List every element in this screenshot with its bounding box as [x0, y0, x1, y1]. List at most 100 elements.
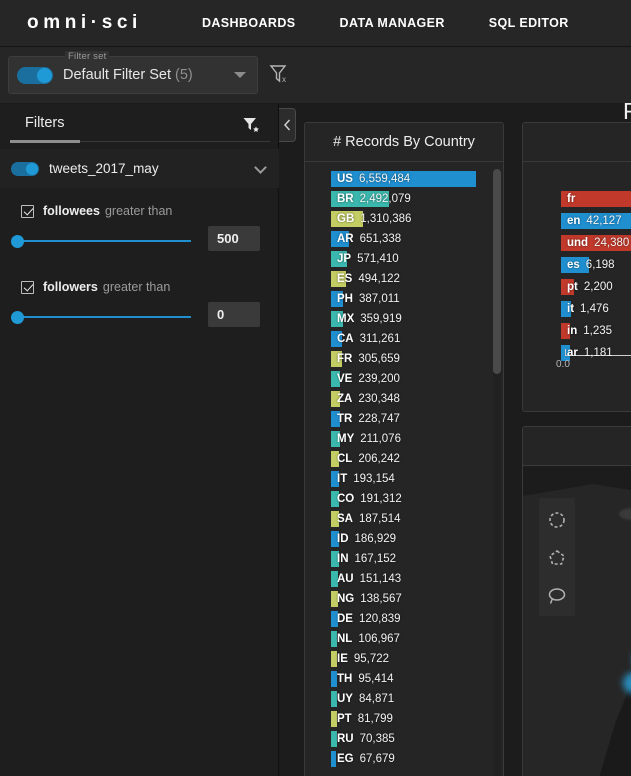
nav-sql-editor[interactable]: SQL EDITOR	[489, 16, 569, 30]
filter-source-toggle[interactable]	[11, 161, 39, 176]
country-code: NG	[337, 593, 355, 605]
language-row[interactable]: ar 1,181	[523, 342, 631, 364]
language-row[interactable]: it 1,476	[523, 298, 631, 320]
draw-lasso-icon[interactable]	[546, 585, 568, 607]
country-value: 191,312	[360, 493, 402, 505]
country-value: 95,722	[353, 653, 390, 665]
filter-checkbox-followees[interactable]	[21, 204, 34, 218]
nav-data-manager[interactable]: DATA MANAGER	[340, 16, 445, 30]
country-value: 1,310,386	[360, 213, 412, 225]
country-row[interactable]: ES 494,122	[305, 269, 503, 289]
country-value: 70,385	[359, 733, 395, 745]
country-row[interactable]: FR 305,659	[305, 349, 503, 369]
nav-dashboards[interactable]: DASHBOARDS	[202, 16, 296, 30]
filter-star-icon[interactable]	[242, 116, 260, 139]
country-row[interactable]: ID 186,929	[305, 529, 503, 549]
country-row[interactable]: IT 193,154	[305, 469, 503, 489]
country-row[interactable]: PH 387,011	[305, 289, 503, 309]
country-row[interactable]: BR 2,492,079	[305, 189, 503, 209]
country-code: FR	[337, 353, 353, 365]
country-row[interactable]: TR 228,747	[305, 409, 503, 429]
slider-track[interactable]	[17, 316, 191, 318]
country-row[interactable]: CO 191,312	[305, 489, 503, 509]
language-value: 1,476	[580, 303, 609, 315]
country-code: CL	[337, 453, 353, 465]
logo-text: omni·sci	[27, 12, 142, 33]
country-value: 67,679	[359, 753, 395, 765]
filter-set-toggle[interactable]	[17, 66, 53, 84]
filter-source-row[interactable]: tweets_2017_may	[0, 149, 279, 188]
language-row[interactable]: in 1,235	[523, 320, 631, 342]
chart-scrollbar-thumb[interactable]	[493, 169, 501, 374]
map-header	[523, 427, 631, 466]
country-row[interactable]: IN 167,152	[305, 549, 503, 569]
country-row[interactable]: VE 239,200	[305, 369, 503, 389]
country-row[interactable]: ZA 230,348	[305, 389, 503, 409]
filter-set-selector[interactable]: Filter set Default Filter Set (5)	[8, 51, 258, 94]
country-value: 2,492,079	[359, 193, 411, 205]
collapse-filters-button[interactable]	[279, 108, 296, 142]
country-code: TH	[337, 673, 353, 685]
language-code: und	[567, 237, 589, 249]
filter-value-input-followees[interactable]: 500	[208, 226, 260, 251]
chart-card-records-by-language: fr en 42,127 und 24,380 es 6,198 pt 2,200 it 1,476…	[522, 122, 631, 412]
chevron-down-icon[interactable]	[254, 161, 267, 174]
country-row[interactable]: AU 151,143	[305, 569, 503, 589]
language-value: 2,200	[583, 281, 613, 293]
slider-track[interactable]	[17, 240, 191, 242]
slider-knob[interactable]	[11, 311, 24, 324]
language-row[interactable]: pt 2,200	[523, 276, 631, 298]
country-code: BR	[337, 193, 354, 205]
language-row[interactable]: und 24,380	[523, 232, 631, 254]
country-row[interactable]: CA 311,261	[305, 329, 503, 349]
filter-value-input-followers[interactable]: 0	[208, 302, 260, 327]
country-row[interactable]: NG 138,567	[305, 589, 503, 609]
filter-slider-followers[interactable]: 0	[0, 302, 279, 327]
country-row[interactable]: EG 67,679	[305, 749, 503, 769]
chevron-left-icon	[283, 119, 290, 131]
filter-field-name: followers	[43, 280, 98, 294]
top-navigation-bar: omni·sci DASHBOARDS DATA MANAGER SQL EDI…	[0, 0, 631, 47]
draw-circle-icon[interactable]	[546, 509, 568, 531]
country-code: VE	[337, 373, 353, 385]
country-row[interactable]: GB 1,310,386	[305, 209, 503, 229]
language-row[interactable]: fr	[523, 188, 631, 210]
map-canvas[interactable]	[523, 466, 631, 776]
country-row[interactable]: MX 359,919	[305, 309, 503, 329]
filter-item-followers: followers greater than 0	[0, 280, 279, 327]
language-row[interactable]: es 6,198	[523, 254, 631, 276]
filter-clear-icon[interactable]: x	[268, 63, 290, 90]
country-value: 138,567	[360, 593, 402, 605]
language-code: in	[567, 325, 578, 337]
country-row[interactable]: AR 651,338	[305, 229, 503, 249]
chart-scrollbar[interactable]	[493, 169, 501, 776]
country-value: 228,747	[358, 413, 400, 425]
language-row[interactable]: en 42,127	[523, 210, 631, 232]
country-row[interactable]: PT 81,799	[305, 709, 503, 729]
country-row[interactable]: JP 571,410	[305, 249, 503, 269]
country-row[interactable]: US 6,559,484	[305, 169, 503, 189]
country-row[interactable]: MY 211,076	[305, 429, 503, 449]
slider-knob[interactable]	[11, 235, 24, 248]
country-row[interactable]: DE 120,839	[305, 609, 503, 629]
country-code: ID	[337, 533, 349, 545]
country-code: NL	[337, 633, 353, 645]
country-row[interactable]: SA 187,514	[305, 509, 503, 529]
country-value: 239,200	[358, 373, 400, 385]
filter-slider-followees[interactable]: 500	[0, 226, 279, 251]
language-code: pt	[567, 281, 578, 293]
country-row[interactable]: RU 70,385	[305, 729, 503, 749]
country-row[interactable]: NL 106,967	[305, 629, 503, 649]
country-row[interactable]: UY 84,871	[305, 689, 503, 709]
filter-checkbox-followers[interactable]	[21, 280, 34, 294]
country-row[interactable]: IE 95,722	[305, 649, 503, 669]
draw-polygon-icon[interactable]	[546, 547, 568, 569]
country-row[interactable]: TH 95,414	[305, 669, 503, 689]
filter-set-name: Default Filter Set (5)	[63, 67, 193, 83]
chevron-down-icon[interactable]	[234, 72, 246, 78]
omnisci-logo[interactable]: omni·sci	[27, 12, 142, 34]
country-value: 211,076	[360, 433, 401, 445]
chart-card-map	[522, 426, 631, 776]
filter-field-name: followees	[43, 204, 100, 218]
country-row[interactable]: CL 206,242	[305, 449, 503, 469]
